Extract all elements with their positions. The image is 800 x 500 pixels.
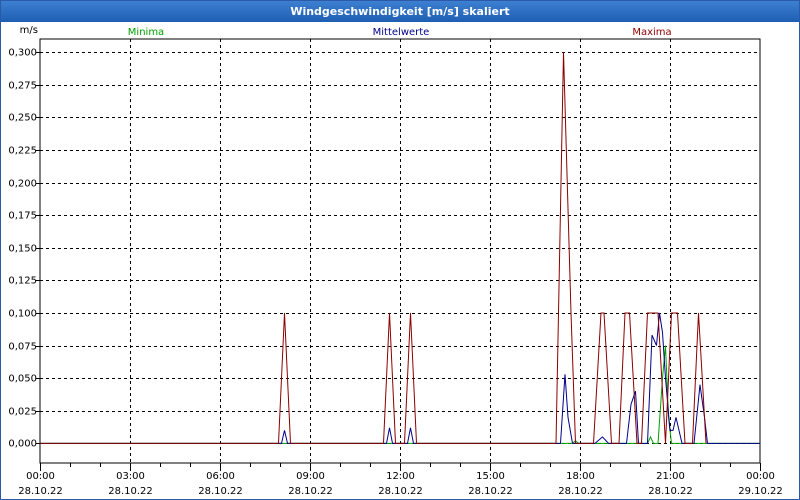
x-tick-label: 00:00 (26, 471, 55, 482)
x-tick-date: 28.10.22 (288, 486, 333, 497)
y-tick-label: 0,225 (8, 146, 37, 157)
x-tick-label: 03:00 (116, 471, 145, 482)
x-tick-date: 29.10.22 (738, 486, 783, 497)
y-tick-label: 0,250 (8, 113, 37, 124)
y-tick-label: 0,000 (8, 439, 37, 450)
y-tick-label: 0,025 (8, 407, 37, 418)
y-tick-label: 0,100 (8, 309, 37, 320)
series-line-maxima (40, 51, 707, 444)
y-tick-label: 0,075 (8, 342, 37, 353)
x-tick-date: 28.10.22 (108, 486, 153, 497)
x-tick-label: 00:00 (746, 471, 775, 482)
x-tick-label: 06:00 (206, 471, 235, 482)
x-tick-date: 28.10.22 (198, 486, 243, 497)
y-tick-label: 0,125 (8, 276, 37, 287)
y-tick-label: 0,200 (8, 179, 37, 190)
x-tick-label: 12:00 (386, 471, 415, 482)
y-tick-label: 0,050 (8, 374, 37, 385)
y-tick-label: 0,275 (8, 81, 37, 92)
legend-maxima: Maxima (632, 27, 671, 38)
y-tick-label: 0,175 (8, 211, 37, 222)
y-tick-label: 0,150 (8, 244, 37, 255)
grid (40, 39, 760, 463)
x-tick-label: 09:00 (296, 471, 325, 482)
x-tick-date: 28.10.22 (18, 486, 63, 497)
series-lines (40, 51, 760, 444)
legend: Minima Mittelwerte Maxima (128, 27, 672, 38)
window-title: Windgeschwindigkeit [m/s] skaliert (1, 1, 799, 22)
y-axis-label: m/s (20, 25, 38, 36)
x-tick-label: 18:00 (566, 471, 595, 482)
x-tick-label: 21:00 (656, 471, 685, 482)
wind-speed-chart: 0,000 0,025 0,050 0,075 0,100 0,125 0,150 0,175… (8, 25, 783, 497)
legend-mittelwerte: Mittelwerte (373, 27, 430, 38)
legend-minima: Minima (128, 27, 164, 38)
x-tick-date: 28.10.22 (378, 486, 423, 497)
y-tick-label: 0,300 (8, 48, 37, 59)
x-tick-label: 15:00 (476, 471, 505, 482)
x-tick-date: 28.10.22 (648, 486, 693, 497)
x-tick-date: 28.10.22 (558, 486, 603, 497)
x-tick-date: 28.10.22 (468, 486, 513, 497)
